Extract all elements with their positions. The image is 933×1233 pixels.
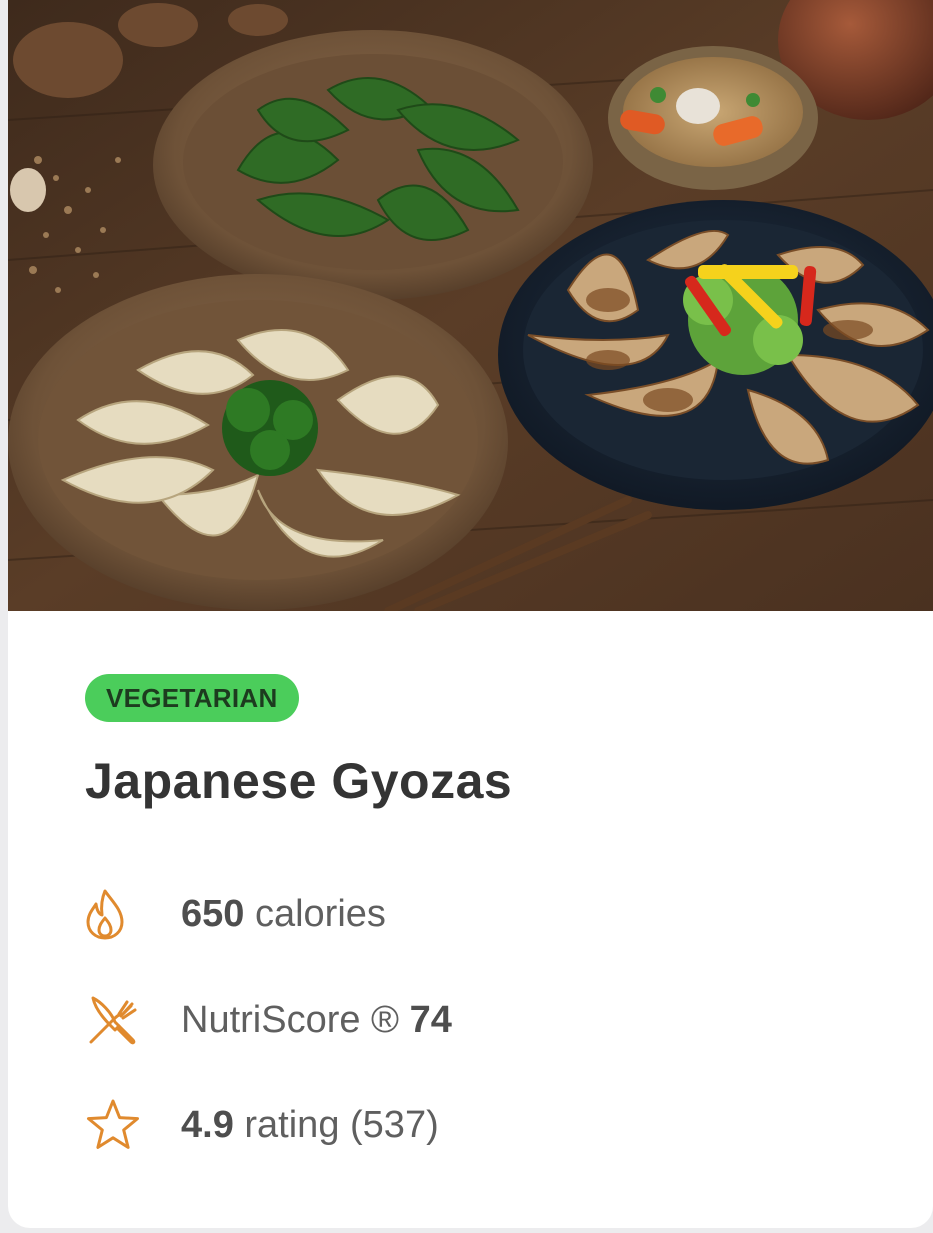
rating-label: rating [244, 1104, 340, 1146]
nutriscore-stat: NutriScore ® 74 [85, 990, 452, 1050]
diet-badge: VEGETARIAN [85, 674, 299, 722]
flame-icon [85, 884, 145, 944]
fork-knife-icon [85, 990, 145, 1050]
rating-text: 4.9 rating (537) [181, 1095, 439, 1155]
rating-stat: 4.9 rating (537) [85, 1095, 439, 1155]
recipe-title: Japanese Gyozas [85, 753, 513, 809]
nutriscore-label: NutriScore ® [181, 999, 400, 1041]
rating-value: 4.9 [181, 1104, 234, 1146]
nutriscore-value: 74 [409, 999, 452, 1041]
star-icon [85, 1095, 145, 1155]
calories-unit: calories [254, 893, 386, 935]
nutriscore-text: NutriScore ® 74 [181, 990, 452, 1050]
calories-stat: 650 calories [85, 884, 386, 944]
calories-value: 650 [181, 893, 245, 935]
recipe-card[interactable]: VEGETARIAN Japanese Gyozas 650 calories [8, 0, 933, 1228]
recipe-hero-image [8, 0, 933, 611]
rating-count: (537) [350, 1104, 439, 1146]
calories-text: 650 calories [181, 884, 386, 944]
